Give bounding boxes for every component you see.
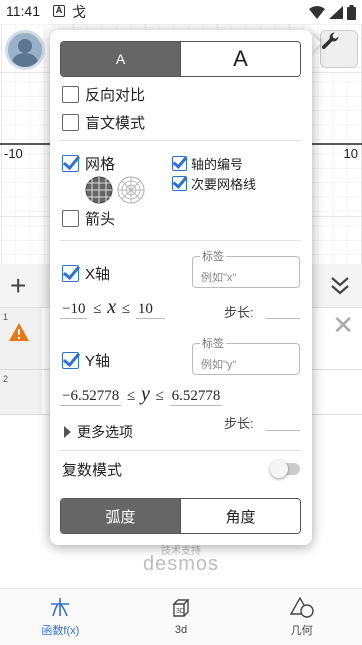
y-axis-label: Y轴 bbox=[85, 353, 111, 370]
grid-checkbox[interactable]: 网格 bbox=[62, 153, 115, 174]
x-axis-label-placeholder: 例如"x" bbox=[201, 272, 237, 284]
complex-mode-label: 复数模式 bbox=[62, 462, 123, 479]
reverse-contrast-label: 反向对比 bbox=[85, 87, 146, 104]
cube-3d-icon: 3D bbox=[172, 599, 190, 617]
nav-3d[interactable]: 3D 3d bbox=[121, 589, 242, 645]
polar-grid-icon[interactable] bbox=[116, 175, 146, 205]
wrench-icon bbox=[321, 32, 339, 50]
x-step-input[interactable] bbox=[265, 318, 300, 319]
x-step-label: 步长: bbox=[224, 305, 254, 320]
signal-icon bbox=[329, 6, 343, 19]
leq-symbol: ≤ bbox=[93, 301, 102, 317]
leq-symbol: ≤ bbox=[126, 388, 136, 404]
x-axis-label-field-title: 标签 bbox=[200, 248, 226, 264]
nav-geometry-label: 几何 bbox=[290, 625, 313, 637]
braille-mode-checkbox[interactable]: 盲文模式 bbox=[62, 112, 145, 133]
checkbox-box[interactable] bbox=[62, 352, 79, 369]
leq-symbol: ≤ bbox=[155, 388, 164, 404]
complex-mode-toggle[interactable] bbox=[270, 460, 300, 478]
desmos-logo: desmos bbox=[142, 553, 220, 575]
collapse-list-icon[interactable] bbox=[330, 274, 350, 296]
y-variable: y bbox=[140, 383, 150, 405]
arrows-label: 箭头 bbox=[85, 211, 116, 228]
font-size-selector: A A bbox=[60, 41, 301, 77]
x-axis-checkbox[interactable]: X轴 bbox=[62, 263, 110, 284]
bottom-nav: 函数f(x) 3D 3d 几何 bbox=[0, 588, 362, 645]
notification-a-icon: A bbox=[53, 5, 65, 17]
y-axis-range: −6.52778 ≤ y ≤ 6.52778 bbox=[60, 383, 223, 406]
status-icons bbox=[309, 5, 356, 20]
x-tick-negative: -10 bbox=[4, 146, 23, 161]
minor-gridlines-checkbox[interactable]: 次要网格线 bbox=[172, 174, 256, 193]
delete-expression-button[interactable]: ✕ bbox=[332, 310, 354, 341]
angle-unit-selector: 弧度 角度 bbox=[60, 498, 301, 534]
expand-triangle-icon bbox=[64, 426, 71, 438]
axis-numbers-checkbox[interactable]: 轴的编号 bbox=[172, 154, 243, 173]
reverse-contrast-checkbox[interactable]: 反向对比 bbox=[62, 84, 145, 105]
x-variable: x bbox=[107, 296, 117, 318]
checkbox-box[interactable] bbox=[62, 114, 79, 131]
status-time: 11:41 bbox=[6, 3, 40, 19]
radians-option[interactable]: 弧度 bbox=[61, 499, 181, 533]
x-min-input[interactable]: −10 bbox=[60, 301, 88, 319]
arrows-checkbox[interactable]: 箭头 bbox=[62, 208, 115, 229]
checkbox-box[interactable] bbox=[62, 265, 79, 282]
graph-settings-popup: A A 反向对比 盲文模式 网格 轴的编号 次要网格线 箭头 X轴 标签 例如"… bbox=[50, 30, 312, 545]
braille-mode-label: 盲文模式 bbox=[85, 115, 146, 132]
wifi-icon bbox=[309, 6, 325, 19]
nav-function-label: 函数f(x) bbox=[41, 625, 80, 637]
geometry-icon bbox=[289, 596, 314, 618]
y-max-input[interactable]: 6.52778 bbox=[169, 388, 223, 406]
checkbox-box[interactable] bbox=[172, 176, 187, 191]
leq-symbol: ≤ bbox=[121, 301, 131, 317]
x-axis-label: X轴 bbox=[85, 266, 111, 283]
minor-gridlines-label: 次要网格线 bbox=[191, 177, 257, 192]
graph-settings-button[interactable] bbox=[320, 30, 358, 68]
function-icon bbox=[51, 598, 70, 617]
svg-text:3D: 3D bbox=[176, 608, 185, 615]
divider bbox=[60, 450, 301, 451]
nav-geometry[interactable]: 几何 bbox=[241, 589, 362, 645]
x-max-input[interactable]: 10 bbox=[135, 301, 165, 319]
checkbox-box[interactable] bbox=[62, 210, 79, 227]
axis-numbers-label: 轴的编号 bbox=[191, 157, 244, 172]
notification-misc-icon: 戈 bbox=[72, 4, 86, 20]
checkbox-box[interactable] bbox=[62, 86, 79, 103]
degrees-option[interactable]: 角度 bbox=[181, 499, 300, 533]
more-options-toggle[interactable]: 更多选项 bbox=[64, 422, 133, 442]
font-size-small-option[interactable]: A bbox=[61, 42, 181, 76]
warning-icon[interactable] bbox=[8, 322, 30, 342]
y-axis-label-placeholder: 例如"y" bbox=[201, 359, 237, 371]
x-tick-positive: 10 bbox=[343, 146, 358, 161]
add-expression-button[interactable]: + bbox=[10, 272, 26, 300]
nav-function[interactable]: 函数f(x) bbox=[0, 589, 121, 645]
x-axis-range: −10 ≤ x ≤ 10 bbox=[60, 296, 165, 319]
nav-3d-label: 3d bbox=[174, 624, 188, 636]
expression-index: 2 bbox=[0, 370, 42, 414]
grid-label: 网格 bbox=[85, 156, 116, 173]
y-min-input[interactable]: −6.52778 bbox=[60, 388, 122, 406]
divider bbox=[60, 240, 301, 241]
battery-icon bbox=[347, 5, 356, 20]
user-avatar[interactable] bbox=[5, 30, 45, 70]
checkbox-box[interactable] bbox=[172, 156, 187, 171]
y-axis-label-field-title: 标签 bbox=[200, 335, 226, 351]
checkbox-box[interactable] bbox=[62, 155, 79, 172]
y-step-input[interactable] bbox=[265, 430, 300, 431]
status-bar: 11:41 A 戈 bbox=[0, 0, 362, 24]
x-axis-label-field[interactable]: 标签 例如"x" bbox=[192, 248, 300, 288]
divider bbox=[60, 140, 301, 141]
cartesian-grid-icon[interactable] bbox=[84, 175, 114, 205]
font-size-large-option[interactable]: A bbox=[181, 42, 300, 76]
y-axis-label-field[interactable]: 标签 例如"y" bbox=[192, 335, 300, 375]
y-step-label: 步长: bbox=[224, 416, 254, 431]
more-options-label: 更多选项 bbox=[77, 424, 133, 440]
y-axis-checkbox[interactable]: Y轴 bbox=[62, 350, 110, 371]
